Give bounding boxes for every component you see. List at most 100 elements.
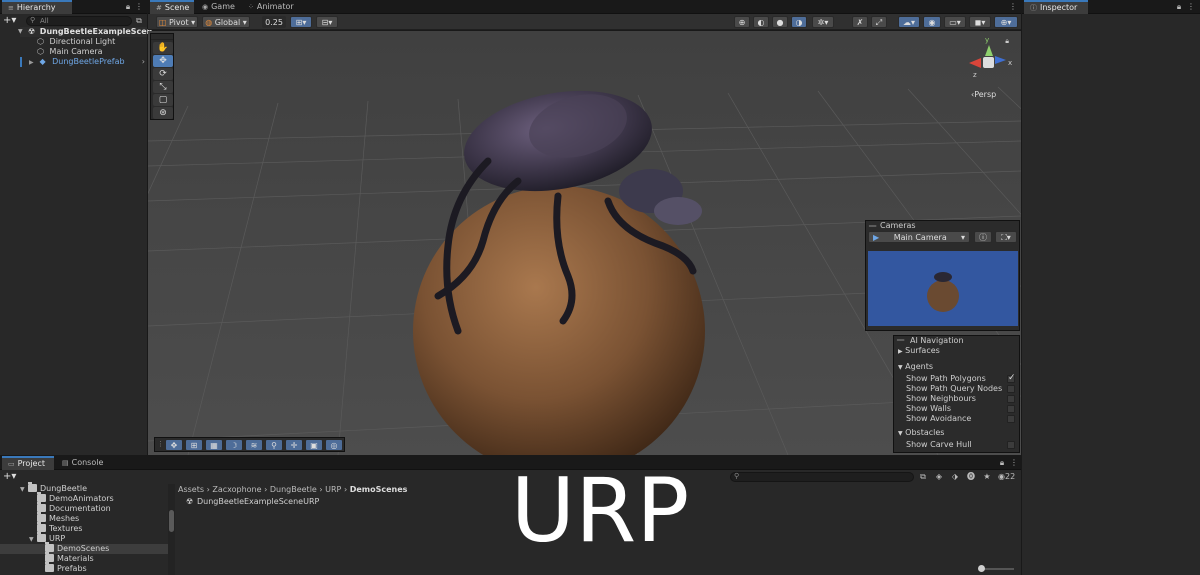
camera-tool-icon[interactable]: ▣ — [305, 439, 323, 451]
debug-draw-mode-button[interactable]: ✲▾ — [812, 16, 834, 28]
folder-row[interactable]: ▼ URP — [29, 532, 168, 544]
overlay-drag-handle[interactable]: ══ — [897, 337, 904, 344]
crosshair-tool-icon[interactable]: ✛ — [285, 439, 303, 451]
search-by-type-icon[interactable]: ⧉ — [918, 472, 928, 482]
pivot-dropdown[interactable]: ◫ Pivot ▾ — [156, 16, 198, 28]
kebab-menu-icon[interactable]: ⋮ — [1186, 2, 1196, 12]
toggle-lighting-button[interactable]: ⤢ — [871, 16, 887, 28]
hand-tool-icon[interactable]: ✋ — [153, 42, 173, 54]
add-button[interactable]: +▾ — [3, 15, 16, 26]
search-input[interactable]: ⚲ All — [26, 16, 132, 26]
tab-project[interactable]: ▭ Project — [2, 456, 54, 470]
moon-tool-icon[interactable]: ☽ — [225, 439, 243, 451]
transform-tool-icon[interactable]: ⊛ — [153, 107, 173, 119]
global-dropdown[interactable]: ◍ Global ▾ — [202, 16, 250, 28]
lock-icon[interactable]: 🔒︎ — [123, 2, 133, 12]
grid-tool-icon[interactable]: ▦ — [205, 439, 223, 451]
kebab-menu-icon[interactable]: ⋮ — [134, 2, 144, 12]
tab-scene[interactable]: # Scene — [150, 0, 194, 14]
position-tool-icon[interactable]: ⊞ — [185, 439, 203, 451]
show-path-query-nodes-checkbox[interactable] — [1007, 385, 1015, 393]
hidden-packages-badge[interactable]: ◉22 — [998, 472, 1015, 482]
project-search-input[interactable]: ⚲ — [730, 472, 914, 482]
tab-inspector[interactable]: ⓘ Inspector — [1024, 0, 1088, 14]
agents-section[interactable]: ▼ Agents — [898, 362, 933, 371]
axis-center-cube[interactable] — [983, 57, 994, 68]
scene-row[interactable]: ▼ ☢ DungBeetleExampleScen — [18, 27, 152, 37]
lock-icon[interactable]: 🔒︎ — [997, 458, 1007, 468]
scale-tool-icon[interactable]: ⤡ — [153, 81, 173, 93]
gizmos-button[interactable]: ⊕▾ — [994, 16, 1018, 28]
folder-row[interactable]: Meshes — [37, 512, 168, 524]
obstacles-section[interactable]: ▼ Obstacles — [898, 428, 944, 437]
folder-row[interactable]: ▼ DungBeetle — [20, 482, 168, 494]
lock-icon[interactable]: 🔒︎ — [1005, 37, 1009, 46]
shading-shaded-button[interactable]: ◑ — [791, 16, 807, 28]
hierarchy-item-dungbeetle-prefab[interactable]: ▶ ◆ DungBeetlePrefab › — [29, 57, 147, 67]
show-path-polygons-checkbox[interactable] — [1007, 373, 1016, 383]
folder-row[interactable]: Prefabs — [45, 562, 168, 574]
scrollbar-thumb[interactable] — [169, 510, 174, 532]
tab-game[interactable]: ◉ Game — [196, 0, 240, 14]
shading-wireframe-button[interactable]: ◐ — [753, 16, 769, 28]
breadcrumb-item[interactable]: Assets — [178, 485, 204, 494]
file-item[interactable]: ☢ DungBeetleExampleSceneURP — [186, 497, 319, 507]
toggle-2d-button[interactable]: ✗ — [852, 16, 868, 28]
tab-animator[interactable]: ⁘ Animator — [242, 0, 302, 14]
scene-visibility-button[interactable]: ◉ — [923, 16, 941, 28]
palette-drag-handle[interactable] — [151, 34, 173, 40]
filter-icon[interactable]: ⧉ — [134, 16, 144, 26]
rect-tool-icon[interactable]: ▢ — [153, 94, 173, 106]
folder-row[interactable]: Documentation — [37, 502, 168, 514]
chevron-right-icon[interactable]: › — [142, 57, 145, 67]
icon-size-slider[interactable] — [978, 565, 1014, 572]
compass-tool-icon[interactable]: ◎ — [325, 439, 343, 451]
tab-console[interactable]: ▤ Console — [56, 456, 108, 470]
show-walls-checkbox[interactable] — [1007, 405, 1015, 413]
breadcrumb-item[interactable]: DungBeetle — [270, 485, 317, 494]
orientation-gizmo-button[interactable]: ⊕ — [734, 16, 750, 28]
tab-hierarchy[interactable]: ≡ Hierarchy — [2, 0, 72, 14]
folder-row[interactable]: Materials — [45, 552, 168, 564]
scene-viewport[interactable]: ✋ ✥ ⟳ ⤡ ▢ ⊛ 🔒︎ y x z ‹Persp ══ Cameras ▶… — [148, 31, 1021, 455]
overlay-drag-handle[interactable]: ⋮ — [157, 440, 164, 448]
grid-snap-button[interactable]: ⊞▾ — [290, 16, 312, 28]
lock-icon[interactable]: 🔒︎ — [1174, 2, 1184, 12]
shading-solid-button[interactable]: ● — [772, 16, 788, 28]
search-by-label-icon[interactable]: ◈ — [934, 472, 944, 482]
camera-info-button[interactable]: ⓘ — [974, 231, 992, 243]
grid-visibility-button[interactable]: ⊟▾ — [316, 16, 338, 28]
camera-select-dropdown[interactable]: ▶ Main Camera ▾ — [868, 231, 970, 243]
projection-label[interactable]: ‹Persp — [971, 90, 996, 99]
surfaces-section[interactable]: ▶ Surfaces — [898, 346, 940, 355]
kebab-menu-icon[interactable]: ⋮ — [1008, 2, 1018, 12]
folder-row-selected[interactable]: DemoScenes — [0, 542, 168, 554]
layers-tool-icon[interactable]: ≋ — [245, 439, 263, 451]
kebab-menu-icon[interactable]: ⋮ — [1009, 458, 1019, 468]
scene-effects-button[interactable]: ☁▾ — [898, 16, 920, 28]
snap-increment-field[interactable]: 0.25 — [262, 16, 286, 28]
orientation-gizmo[interactable]: 🔒︎ y x z — [963, 35, 1015, 93]
slider-thumb[interactable] — [978, 565, 985, 572]
breadcrumb-item[interactable]: URP — [325, 485, 341, 494]
breadcrumb-item-current[interactable]: DemoScenes — [350, 485, 408, 494]
star-icon[interactable]: ★ — [982, 472, 992, 482]
camera-maximize-button[interactable]: ⛶▾ — [995, 231, 1017, 243]
folder-tree-scrollbar[interactable] — [168, 484, 175, 575]
render-mode-button[interactable]: ◼▾ — [969, 16, 991, 28]
hierarchy-item-main-camera[interactable]: ⬡ Main Camera — [37, 47, 103, 57]
rotate-tool-icon[interactable]: ⟳ — [153, 68, 173, 80]
camera-settings-button[interactable]: ▭▾ — [944, 16, 966, 28]
project-add-button[interactable]: +▾ — [3, 471, 16, 483]
show-carve-hull-checkbox[interactable] — [1007, 441, 1015, 449]
folder-row[interactable]: Textures — [37, 522, 168, 534]
show-neighbours-checkbox[interactable] — [1007, 395, 1015, 403]
breadcrumb-item[interactable]: Zacxophone — [212, 485, 261, 494]
overlay-drag-handle[interactable]: ══ — [869, 223, 876, 230]
tag-icon[interactable]: ⬗ — [950, 472, 960, 482]
hierarchy-item-directional-light[interactable]: ⬡ Directional Light — [37, 37, 115, 47]
move-handle-tool-icon[interactable]: ✥ — [165, 439, 183, 451]
move-tool-icon[interactable]: ✥ — [153, 55, 173, 67]
search-tool-icon[interactable]: ⚲ — [265, 439, 283, 451]
show-avoidance-checkbox[interactable] — [1007, 415, 1015, 423]
